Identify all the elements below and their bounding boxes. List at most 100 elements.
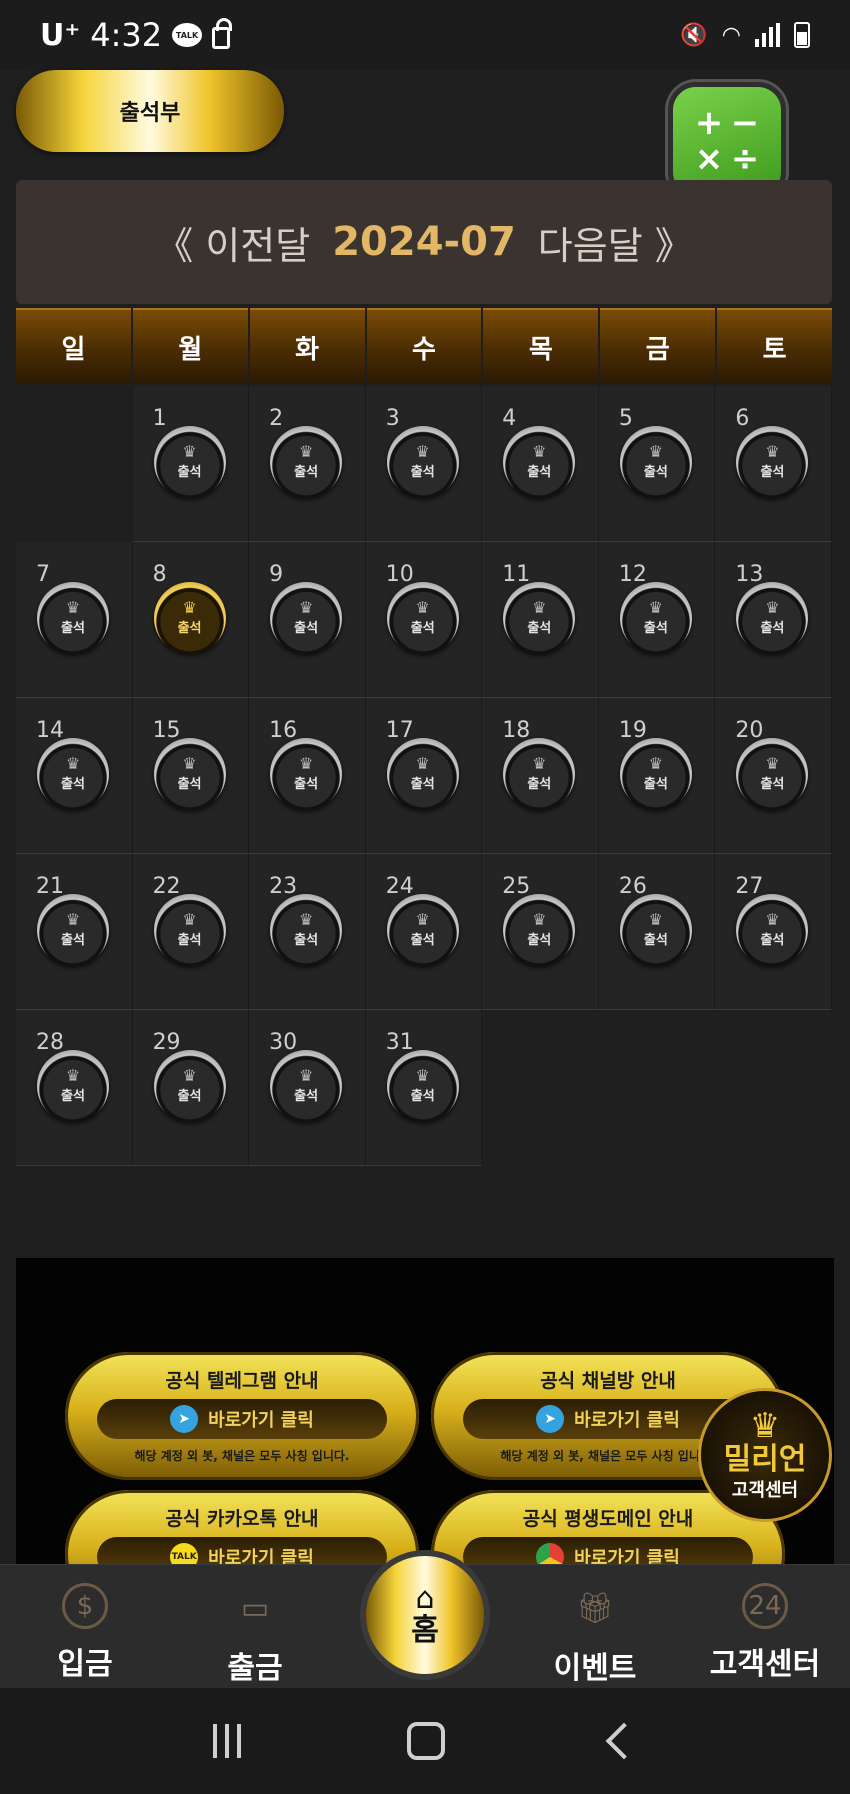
crown-icon: ♛ [648,598,664,617]
attendance-stamp[interactable]: ♛ 출석 [37,894,109,966]
calendar-day-1[interactable]: 1 ♛ 출석 [132,386,250,542]
attendance-stamp[interactable]: ♛ 출석 [386,738,459,810]
home-button[interactable]: ⌂ 홈 [360,1550,490,1680]
attendance-stamp[interactable]: ♛ 출석 [270,582,343,654]
stamp-label: 출석 [643,933,668,948]
home-label: 홈 [411,1612,439,1648]
system-home-button[interactable] [407,1722,445,1760]
crown-icon: ♛ [648,910,664,929]
crown-icon: ♛ [415,754,430,773]
calendar-day-10[interactable]: 10 ♛ 출석 [365,542,483,698]
status-left: U⁺ 4:32 TALK [40,16,233,54]
calendar-day-12[interactable]: 12 ♛ 출석 [598,542,716,698]
calendar-day-31[interactable]: 31 ♛ 출석 [365,1010,483,1166]
nav-event[interactable]: 🎁︎ 이벤트 [510,1565,680,1689]
crown-icon: ♛ [182,754,197,773]
attendance-stamp[interactable]: ♛ 출석 [736,426,809,498]
attendance-stamp[interactable]: ♛ 출석 [153,1050,226,1122]
calendar-day-4[interactable]: 4 ♛ 출석 [482,386,599,542]
attendance-stamp[interactable]: ♛ 출석 [386,582,459,654]
crown-icon: ♛ [298,442,314,461]
nav-support[interactable]: 24 고객센터 [680,1565,850,1689]
crown-icon: ♛ [415,598,430,617]
attendance-stamp[interactable]: ♛ 출석 [37,1050,109,1122]
calendar-day-18[interactable]: 18 ♛ 출석 [482,698,599,854]
crown-icon: ♛ [182,598,197,617]
attendance-stamp[interactable]: ♛ 출석 [619,582,692,654]
calendar-day-20[interactable]: 20 ♛ 출석 [715,698,832,854]
weekday-header: 일 월 화 수 목 금 토 [16,308,832,384]
calendar-day-19[interactable]: 19 ♛ 출석 [598,698,716,854]
calendar-day-3[interactable]: 3 ♛ 출석 [365,386,483,542]
attendance-stamp[interactable]: ♛ 출석 [153,426,226,498]
attendance-stamp[interactable]: ♛ 출석 [37,582,109,654]
nav-withdraw[interactable]: ▭ 출금 [170,1565,340,1689]
attendance-stamp[interactable]: ♛ 출석 [503,738,576,810]
calendar-day-7[interactable]: 7 ♛ 출석 [16,542,133,698]
attendance-stamp[interactable]: ♛ 출석 [503,894,576,966]
attendance-stamp-checked[interactable]: ♛ 출석 [153,582,226,654]
back-button[interactable] [605,1722,643,1760]
calendar-day-14[interactable]: 14 ♛ 출석 [16,698,133,854]
stamp-label: 출석 [643,777,668,792]
calendar-day-21[interactable]: 21 ♛ 출석 [16,854,133,1010]
attendance-stamp[interactable]: ♛ 출석 [736,894,809,966]
divide-icon: ÷ [730,139,760,179]
weekday-mon: 월 [132,308,248,384]
kakaotalk-banner[interactable]: 공식 카카오톡 안내 TALK 바로가기 클릭 [65,1490,419,1568]
calendar-day-29[interactable]: 29 ♛ 출석 [132,1010,250,1166]
attendance-stamp[interactable]: ♛ 출석 [736,582,809,654]
attendance-stamp[interactable]: ♛ 출석 [37,738,109,810]
stamp-label: 출석 [61,933,85,948]
calendar-day-11[interactable]: 11 ♛ 출석 [482,542,599,698]
calendar-day-26[interactable]: 26 ♛ 출석 [598,854,716,1010]
calendar-day-13[interactable]: 13 ♛ 출석 [715,542,832,698]
attendance-stamp[interactable]: ♛ 출석 [619,894,692,966]
calendar-grid: 1 ♛ 출석 2 ♛ 출석 3 ♛ 출석 4 ♛ 출석 5 ♛ 출석 6 ♛ 출석 7 ♛ 출석 8 ♛ 출석 9 ♛ 출석 10 ♛ 출… [16,386,832,1166]
attendance-stamp[interactable]: ♛ 출석 [736,738,809,810]
attendance-stamp[interactable]: ♛ 출석 [503,582,576,654]
calendar-day-17[interactable]: 17 ♛ 출석 [365,698,483,854]
attendance-stamp[interactable]: ♛ 출석 [270,738,343,810]
calendar-day-16[interactable]: 16 ♛ 출석 [249,698,366,854]
nav-deposit-label: 입금 [57,1647,113,1682]
calendar-day-15[interactable]: 15 ♛ 출석 [132,698,250,854]
recent-apps-button[interactable] [213,1724,241,1758]
banner-title: 공식 텔레그램 안내 [165,1370,319,1392]
calendar-day-30[interactable]: 30 ♛ 출석 [249,1010,366,1166]
calendar-day-2[interactable]: 2 ♛ 출석 [249,386,366,542]
prev-month-link[interactable]: 《 이전달 [155,215,310,270]
calendar-day-9[interactable]: 9 ♛ 출석 [249,542,366,698]
calendar-day-25[interactable]: 25 ♛ 출석 [482,854,599,1010]
calendar-day-23[interactable]: 23 ♛ 출석 [249,854,366,1010]
calendar-day-8[interactable]: 8 ♛ 출석 [132,542,250,698]
attendance-stamp[interactable]: ♛ 출석 [153,738,226,810]
nav-deposit[interactable]: $ 입금 [0,1565,170,1689]
calendar-day-6[interactable]: 6 ♛ 출석 [715,386,832,542]
attendance-stamp[interactable]: ♛ 출석 [153,894,226,966]
calendar-day-22[interactable]: 22 ♛ 출석 [132,854,250,1010]
attendance-stamp[interactable]: ♛ 출석 [619,426,692,498]
calendar-day-24[interactable]: 24 ♛ 출석 [365,854,483,1010]
calendar-day-5[interactable]: 5 ♛ 출석 [598,386,716,542]
attendance-stamp[interactable]: ♛ 출석 [270,894,343,966]
crown-icon: ♛ [298,910,314,929]
calendar-day-28[interactable]: 28 ♛ 출석 [16,1010,133,1166]
attendance-stamp[interactable]: ♛ 출석 [270,426,343,498]
telegram-banner[interactable]: 공식 텔레그램 안내 ➤ 바로가기 클릭 해당 계정 외 봇, 채널은 모두 사… [65,1352,419,1480]
stamp-label: 출석 [527,777,552,792]
banner-link-button[interactable]: ➤ 바로가기 클릭 [97,1399,387,1439]
stamp-label: 출석 [294,465,319,480]
attendance-stamp[interactable]: ♛ 출석 [619,738,692,810]
attendance-stamp[interactable]: ♛ 출석 [386,1050,459,1122]
calendar-day-27[interactable]: 27 ♛ 출석 [715,854,832,1010]
wifi-icon: ◠ [721,22,741,48]
attendance-stamp[interactable]: ♛ 출석 [270,1050,343,1122]
customer-support-badge[interactable]: ♛ 밀리언 고객센터 [698,1388,832,1522]
stamp-label: 출석 [61,777,85,792]
attendance-stamp[interactable]: ♛ 출석 [386,426,459,498]
next-month-link[interactable]: 다음달 》 [538,215,693,270]
attendance-stamp[interactable]: ♛ 출석 [503,426,576,498]
attendance-stamp[interactable]: ♛ 출석 [386,894,459,966]
banner-title: 공식 카카오톡 안내 [165,1508,319,1530]
